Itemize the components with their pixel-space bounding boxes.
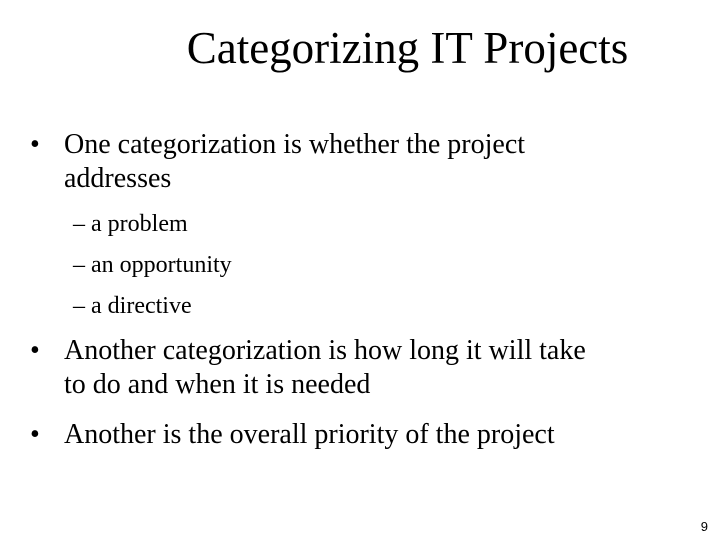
bullet-line: Another is the overall priority of the p… bbox=[64, 419, 555, 450]
bullet-icon: • bbox=[30, 129, 40, 160]
bullet-icon: • bbox=[30, 419, 40, 450]
slide-title: Categorizing IT Projects bbox=[186, 23, 629, 73]
dash-icon: – bbox=[73, 293, 91, 319]
bullet-line: to do and when it is needed bbox=[64, 369, 371, 400]
bullet-line: Another categorization is how long it wi… bbox=[64, 335, 586, 366]
bullet-icon: • bbox=[30, 335, 40, 366]
sub-item-text: a directive bbox=[91, 293, 192, 319]
sub-item: – an opportunity bbox=[73, 250, 232, 280]
sub-item-text: an opportunity bbox=[91, 252, 232, 278]
sub-item-text: a problem bbox=[91, 211, 188, 237]
page-number: 9 bbox=[700, 519, 708, 534]
bullet-line: One categorization is whether the projec… bbox=[64, 129, 526, 160]
dash-icon: – bbox=[73, 252, 91, 278]
sub-item: – a directive bbox=[73, 291, 192, 321]
bullet-line: addresses bbox=[64, 163, 172, 194]
sub-item: – a problem bbox=[73, 209, 188, 239]
bullet-text: One categorization is whether the projec… bbox=[64, 128, 525, 196]
bullet-text: Another is the overall priority of the p… bbox=[64, 418, 555, 452]
dash-icon: – bbox=[73, 211, 91, 237]
bullet-text: Another categorization is how long it wi… bbox=[64, 334, 586, 402]
